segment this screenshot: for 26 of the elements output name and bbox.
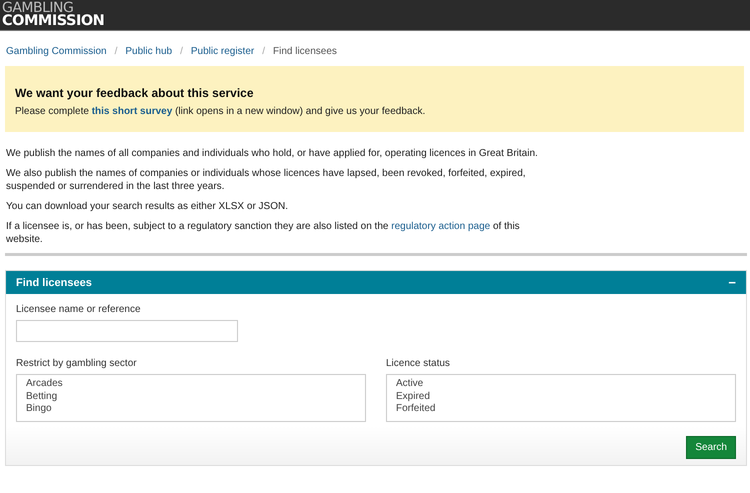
sector-listbox[interactable]: Arcades Betting Bingo [16,374,366,422]
banner-title: We want your feedback about this service [15,86,255,100]
search-button[interactable]: Search [686,436,736,459]
field-label: Licensee name or reference [16,304,142,315]
breadcrumb-separator: / [114,46,118,56]
survey-link[interactable]: this short survey [92,106,172,117]
intro-paragraph: We also publish the names of companies or individuals whose licences have lapsed, been revoked, forfeited, expired, suspended or surrendered in the last three years. [6,167,527,193]
intro-paragraph: You can download your search results as either XLSX or JSON. [6,200,290,213]
field-label: Restrict by gambling sector [16,358,138,369]
intro-paragraph: We publish the names of all companies and individuals who hold, or have applied for, operating licences in Great Britain. [6,147,539,160]
licensee-name-input[interactable] [16,320,238,342]
breadcrumb-link[interactable]: Public hub [125,46,172,56]
breadcrumb-link[interactable]: Gambling Commission [6,46,107,56]
regulatory-action-link[interactable]: regulatory action page [391,221,490,232]
breadcrumb-current: Find licensees [273,46,337,56]
collapse-button[interactable]: − [728,275,736,290]
field-label: Licence status [386,358,451,369]
logo[interactable]: GAMBLING COMMISSION [2,2,104,28]
breadcrumb-link[interactable]: Public register [190,46,254,56]
panel-title: Find licensees [16,276,92,288]
panel-header[interactable]: Find licensees − [6,271,746,294]
breadcrumb-separator: / [180,46,183,56]
banner-text: Please complete this short survey (link opens in a new window) and give us your feedback. [15,106,426,117]
breadcrumb-separator: / [262,46,265,56]
intro-paragraph: If a licensee is, or has been, subject to a regulatory sanction they are also listed on the regulatory action page of this website. [6,220,521,246]
status-listbox[interactable]: Active Expired Forfeited [386,374,736,422]
